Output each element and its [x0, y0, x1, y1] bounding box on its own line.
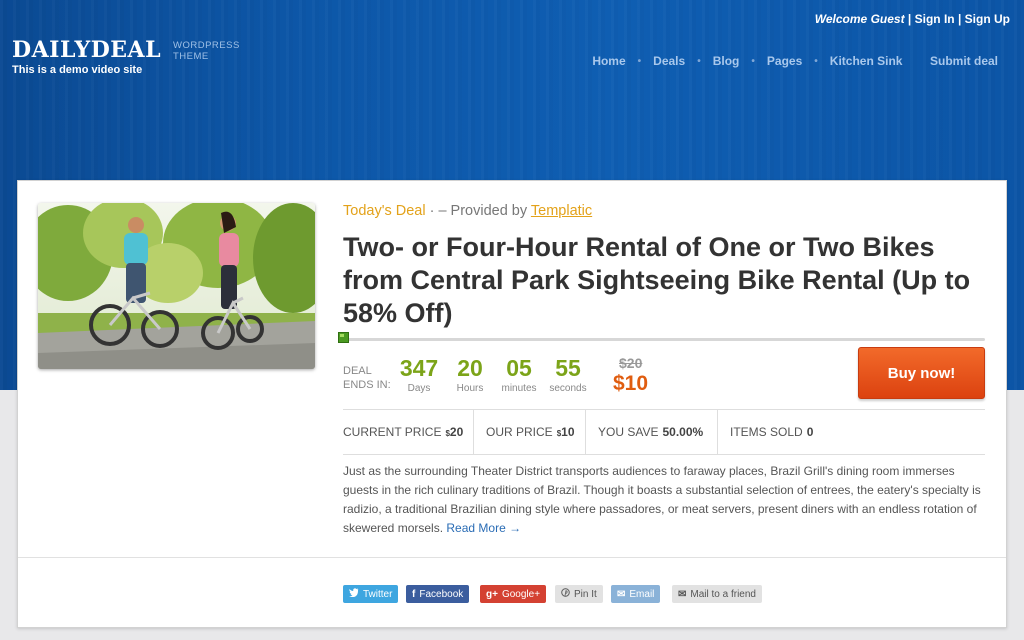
- sign-up-link[interactable]: Sign Up: [965, 12, 1010, 26]
- logo-subtitle-line-1: WORDPRESS: [173, 40, 240, 51]
- stat-current-price: CURRENT PRICE $20: [343, 410, 474, 454]
- googleplus-icon: g+: [486, 588, 498, 600]
- deal-title[interactable]: Two- or Four-Hour Rental of One or Two B…: [343, 231, 993, 330]
- logo-subtitle: WORDPRESS THEME: [173, 40, 240, 62]
- mail-friend-icon: ✉: [678, 588, 687, 600]
- separator: |: [907, 12, 912, 26]
- countdown-value: 20: [457, 355, 483, 381]
- share-label: Mail to a friend: [690, 588, 756, 600]
- mail-icon: ✉: [617, 588, 626, 600]
- read-more-link[interactable]: Read More →: [446, 521, 521, 535]
- nav-pages[interactable]: Pages: [767, 54, 802, 68]
- share-twitter-button[interactable]: Twitter: [343, 585, 399, 603]
- share-googleplus-button[interactable]: g+ Google+: [480, 585, 547, 603]
- separator: |: [957, 12, 962, 26]
- stat-value: $20: [445, 425, 463, 439]
- deal-photo[interactable]: [38, 203, 315, 369]
- package-icon: [338, 332, 349, 343]
- countdown-days: 347 Days: [398, 355, 440, 394]
- countdown-hours: 20 Hours: [452, 355, 488, 394]
- stat-value: 50.00%: [662, 425, 704, 439]
- share-label: Pin It: [574, 588, 597, 600]
- nav-blog[interactable]: Blog: [713, 54, 740, 68]
- countdown-label: Hours: [456, 383, 484, 394]
- deal-card: Today's Deal · – Provided by Templatic T…: [17, 180, 1007, 628]
- pinterest-icon: [561, 588, 570, 600]
- stat-items-sold: ITEMS SOLD 0: [718, 410, 985, 454]
- deal-price: $10: [613, 372, 649, 395]
- stat-number: 20: [449, 425, 464, 439]
- deal-ends-label: DEAL ENDS IN:: [343, 364, 391, 392]
- sign-in-link[interactable]: Sign In: [915, 12, 955, 26]
- stat-value: 0: [806, 425, 814, 439]
- share-pinit-button[interactable]: Pin It: [555, 585, 603, 603]
- nav-submit-deal[interactable]: Submit deal: [930, 54, 998, 68]
- site-tagline: This is a demo video site: [12, 64, 143, 76]
- provided-by-label: · – Provided by: [429, 203, 528, 219]
- share-label: Facebook: [419, 588, 464, 600]
- site-logo[interactable]: DAILYDEAL WORDPRESS THEME This is a demo…: [12, 37, 239, 76]
- countdown-label: Days: [407, 383, 431, 394]
- countdown-label: seconds: [549, 383, 587, 394]
- facebook-icon: f: [412, 588, 416, 600]
- countdown-value: 55: [555, 355, 581, 381]
- stat-you-save: YOU SAVE 50.00%: [586, 410, 718, 454]
- bike-riders-image: [38, 203, 315, 369]
- nav-home[interactable]: Home: [592, 54, 625, 68]
- provider-link[interactable]: Templatic: [531, 203, 592, 219]
- logo-title: DAILYDEAL: [12, 37, 162, 63]
- nav-dot: •: [697, 55, 701, 67]
- stat-number: 10: [561, 425, 575, 439]
- buy-now-button[interactable]: Buy now!: [858, 347, 985, 399]
- nav-dot: •: [637, 55, 642, 67]
- countdown-value: 05: [506, 355, 532, 381]
- share-facebook-button[interactable]: f Facebook: [406, 585, 470, 603]
- nav-deals[interactable]: Deals: [653, 54, 685, 68]
- share-email-button[interactable]: ✉ Email: [611, 585, 661, 603]
- description-text: Just as the surrounding Theater District…: [343, 464, 981, 535]
- divider: [18, 557, 1006, 558]
- stat-label: ITEMS SOLD: [730, 425, 803, 439]
- deal-meta: Today's Deal · – Provided by Templatic: [343, 203, 592, 219]
- nav-dot: •: [814, 55, 818, 67]
- main-nav: Home • Deals • Blog • Pages • Kitchen Si…: [592, 54, 998, 68]
- countdown-label: minutes: [501, 383, 537, 394]
- nav-dot: •: [751, 55, 755, 67]
- share-label: Twitter: [363, 588, 393, 600]
- share-label: Email: [629, 588, 655, 600]
- deal-stats: CURRENT PRICE $20 OUR PRICE $10 YOU SAVE…: [343, 409, 985, 455]
- stat-label: OUR PRICE: [486, 425, 553, 439]
- stat-our-price: OUR PRICE $10: [474, 410, 586, 454]
- countdown-value: 347: [399, 355, 439, 381]
- deal-ends-line-1: DEAL: [343, 365, 372, 377]
- stat-label: YOU SAVE: [598, 425, 659, 439]
- original-price: $20: [619, 355, 643, 371]
- welcome-text: Welcome Guest: [814, 12, 905, 26]
- deal-ends-line-2: ENDS IN:: [343, 379, 391, 391]
- share-label: Google+: [501, 588, 541, 600]
- countdown-minutes: 05 minutes: [498, 355, 540, 394]
- deal-progress-track: [343, 338, 985, 341]
- share-mail-friend-button[interactable]: ✉ Mail to a friend: [672, 585, 762, 603]
- user-bar: Welcome Guest | Sign In | Sign Up: [815, 12, 1010, 26]
- stat-label: CURRENT PRICE: [343, 425, 442, 439]
- countdown-seconds: 55 seconds: [548, 355, 588, 394]
- logo-subtitle-line-2: THEME: [173, 51, 209, 62]
- todays-deal-label: Today's Deal: [343, 203, 426, 219]
- twitter-icon: [349, 588, 359, 600]
- deal-description: Just as the surrounding Theater District…: [343, 462, 985, 538]
- nav-kitchen-sink[interactable]: Kitchen Sink: [830, 54, 903, 68]
- stat-value: $10: [557, 425, 575, 439]
